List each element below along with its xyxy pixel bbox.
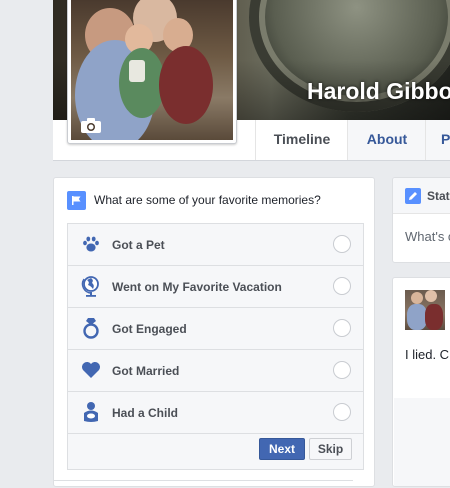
option-radio[interactable]	[333, 235, 351, 253]
option-radio[interactable]	[333, 277, 351, 295]
paw-icon	[80, 233, 102, 255]
tab-photos[interactable]: P	[425, 120, 450, 160]
timeline-post: I lied. C some w	[392, 277, 450, 487]
option-radio[interactable]	[333, 403, 351, 421]
tab-timeline[interactable]: Timeline	[255, 120, 348, 160]
baby-icon	[80, 401, 102, 423]
option-label: Got Engaged	[112, 321, 187, 336]
option-label: Went on My Favorite Vacation	[112, 279, 282, 294]
option-label: Got a Pet	[112, 237, 165, 252]
ring-icon	[80, 317, 102, 339]
flag-icon	[67, 190, 86, 210]
option-label: Got Married	[112, 363, 180, 378]
option-radio[interactable]	[333, 319, 351, 337]
post-text: I lied. C some w	[405, 347, 450, 362]
profile-name[interactable]: Harold Gibbons	[307, 78, 450, 105]
memories-card: What are some of your favorite memories?…	[53, 177, 375, 487]
option-label: Had a Child	[112, 405, 179, 420]
memory-option-married[interactable]: Got Married	[68, 350, 363, 392]
memories-actions: Next Skip	[68, 429, 363, 469]
heart-icon	[80, 359, 102, 381]
memories-question: What are some of your favorite memories?	[94, 193, 321, 207]
memory-option-child[interactable]: Had a Child	[68, 392, 363, 434]
option-radio[interactable]	[333, 361, 351, 379]
tab-about[interactable]: About	[347, 120, 426, 160]
pencil-icon	[405, 188, 421, 204]
status-input[interactable]: What's c	[405, 229, 450, 244]
skip-button[interactable]: Skip	[309, 438, 352, 460]
memory-option-got-a-pet[interactable]: Got a Pet	[68, 224, 363, 266]
memories-options-list: Got a Pet Went on My Favorite Vacation G…	[67, 223, 364, 470]
camera-icon[interactable]	[76, 113, 106, 137]
avatar[interactable]	[405, 290, 445, 330]
status-composer: Stat What's c	[392, 177, 450, 263]
globe-icon	[80, 275, 102, 297]
status-tab-label: Stat	[427, 189, 450, 203]
memory-option-vacation[interactable]: Went on My Favorite Vacation	[68, 266, 363, 308]
next-button[interactable]: Next	[259, 438, 305, 460]
status-tab[interactable]: Stat	[393, 178, 450, 214]
profile-picture[interactable]	[67, 0, 237, 144]
memory-option-engaged[interactable]: Got Engaged	[68, 308, 363, 350]
